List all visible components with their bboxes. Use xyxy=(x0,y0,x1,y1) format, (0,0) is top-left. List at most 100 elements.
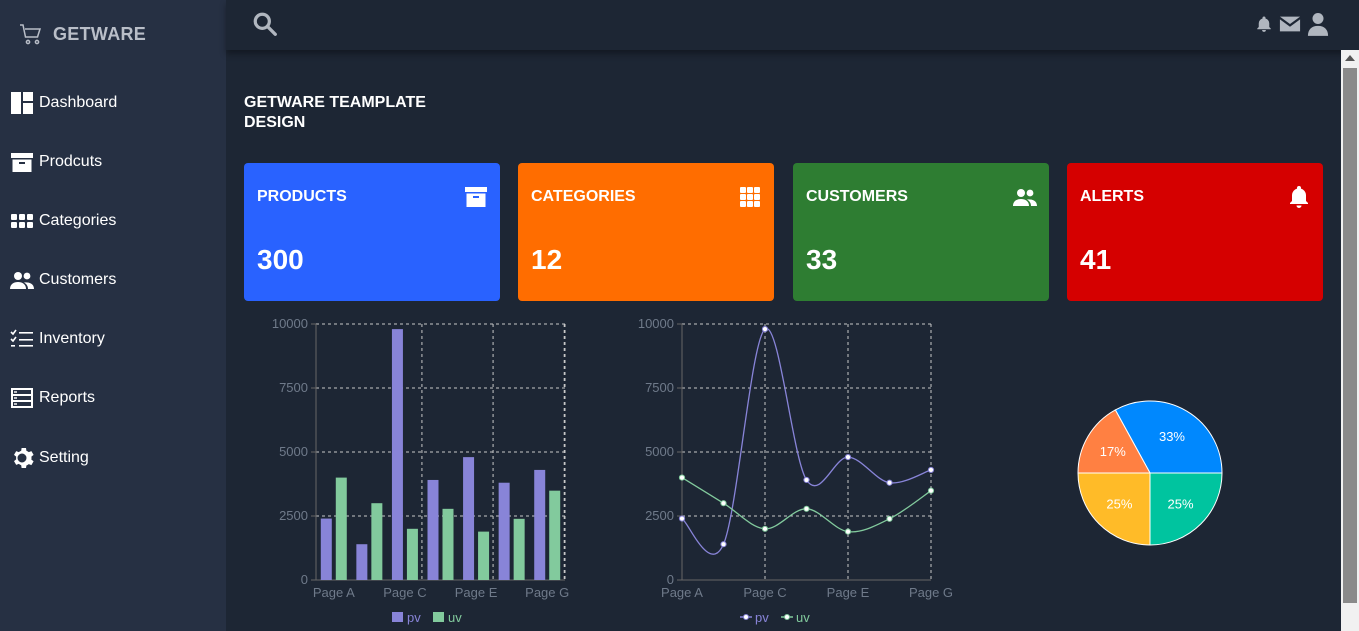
archive-icon xyxy=(10,150,34,174)
x-tick-label: Page A xyxy=(661,585,703,600)
pie-label: 17% xyxy=(1100,444,1126,459)
legend-swatch xyxy=(784,614,790,620)
card-products[interactable]: PRODUCTS 300 xyxy=(244,163,500,301)
point-uv xyxy=(886,515,893,522)
gear-icon xyxy=(10,446,34,470)
sidebar-item-products[interactable]: Prodcuts xyxy=(10,148,102,176)
line-chart: 025005000750010000Page A Page C Page E Page… xyxy=(638,316,953,625)
grid-icon xyxy=(738,185,762,209)
pie-label: 25% xyxy=(1106,497,1132,512)
point-uv xyxy=(761,525,769,532)
point-uv xyxy=(720,500,727,507)
bar-uv xyxy=(442,508,454,580)
sidebar-item-label: Categories xyxy=(39,212,117,229)
bar-uv xyxy=(549,490,561,580)
legend-label: pv xyxy=(407,610,421,625)
pie-label: 25% xyxy=(1168,497,1194,512)
card-value: 41 xyxy=(1080,244,1112,275)
bar-pv xyxy=(391,329,403,580)
people-icon xyxy=(10,268,34,292)
point-pv xyxy=(678,515,686,522)
sidebar-item-label: Customers xyxy=(39,271,117,288)
scrollbar[interactable] xyxy=(1341,50,1359,631)
sidebar-item-label: Prodcuts xyxy=(39,153,103,170)
sidebar-item-setting[interactable]: Setting xyxy=(10,444,89,472)
bar-pv xyxy=(320,518,332,580)
archive-icon xyxy=(464,185,488,209)
pie-label: 33% xyxy=(1159,429,1185,444)
card-value: 12 xyxy=(531,244,563,275)
card-title: PRODUCTS xyxy=(257,188,347,205)
card-title: ALERTS xyxy=(1080,188,1144,205)
x-tick-label: Page C xyxy=(383,585,426,600)
legend-swatch xyxy=(743,614,749,620)
sidebar-item-reports[interactable]: Reports xyxy=(10,384,95,412)
brand-name: GETWARE xyxy=(53,23,147,44)
page-title: GETWARE TEAMPLATE DESIGN xyxy=(244,94,426,131)
bell-icon[interactable] xyxy=(1255,14,1273,34)
point-pv xyxy=(720,541,727,548)
bar-pv xyxy=(498,482,510,580)
card-title: CATEGORIES xyxy=(531,188,636,205)
legend-label: uv xyxy=(796,610,810,625)
search-icon[interactable] xyxy=(252,11,278,37)
sidebar-item-inventory[interactable]: Inventory xyxy=(10,325,105,353)
card-customers[interactable]: CUSTOMERS 33 xyxy=(793,163,1049,301)
point-uv xyxy=(803,505,810,512)
grid-icon xyxy=(10,209,34,233)
legend-swatch xyxy=(392,612,403,622)
people-icon xyxy=(1013,185,1037,209)
checklist-icon xyxy=(10,327,34,351)
card-title: CUSTOMERS xyxy=(806,188,908,205)
x-tick-label: Page E xyxy=(827,585,870,600)
card-categories[interactable]: CATEGORIES 12 xyxy=(518,163,774,301)
y-tick-label: 7500 xyxy=(645,380,674,395)
legend-label: uv xyxy=(448,610,462,625)
x-tick-label: Page E xyxy=(455,585,498,600)
cart-icon xyxy=(20,24,42,45)
y-tick-label: 5000 xyxy=(279,444,308,459)
bell-icon xyxy=(1287,185,1311,209)
line-uv xyxy=(681,477,932,533)
card-alerts[interactable]: ALERTS 41 xyxy=(1067,163,1323,301)
legend-swatch xyxy=(433,612,444,622)
reports-icon xyxy=(10,386,34,410)
x-tick-label: Page G xyxy=(525,585,569,600)
sidebar-item-categories[interactable]: Categories xyxy=(10,207,116,235)
x-tick-label: Page A xyxy=(313,585,355,600)
legend-label: pv xyxy=(755,610,769,625)
line-pv xyxy=(681,328,932,555)
point-uv xyxy=(927,487,935,494)
scroll-up-arrow[interactable] xyxy=(1345,55,1355,61)
y-tick-label: 10000 xyxy=(272,316,308,331)
sidebar-item-customers[interactable]: Customers xyxy=(10,266,116,294)
x-tick-label: Page C xyxy=(743,585,786,600)
y-tick-label: 2500 xyxy=(279,508,308,523)
bar-uv xyxy=(478,531,490,580)
bar-pv xyxy=(534,469,546,580)
y-tick-label: 2500 xyxy=(645,508,674,523)
sidebar-item-dashboard[interactable]: Dashboard xyxy=(10,89,117,117)
point-uv xyxy=(844,528,852,535)
bar-chart: 0 2500 5000 7500 10000 Page A Page C Page E Page… xyxy=(272,316,569,625)
brand[interactable]: GETWARE xyxy=(19,22,146,46)
sidebar: GETWARE Dashboard Prodcuts Categories Cu… xyxy=(0,0,226,631)
sidebar-item-label: Inventory xyxy=(39,330,105,347)
scroll-thumb[interactable] xyxy=(1343,68,1357,603)
bar-pv xyxy=(356,544,368,580)
mail-icon[interactable] xyxy=(1279,14,1301,34)
bar-uv xyxy=(371,503,383,580)
sidebar-item-label: Setting xyxy=(39,449,89,466)
user-icon[interactable] xyxy=(1307,11,1329,37)
pie-chart: 33% 17% 25% 25% xyxy=(1077,400,1223,546)
point-pv xyxy=(803,476,810,484)
bar-pv xyxy=(463,457,475,580)
point-pv xyxy=(844,454,852,461)
point-pv xyxy=(927,466,935,474)
y-tick-label: 5000 xyxy=(645,444,674,459)
point-pv xyxy=(761,326,769,333)
point-pv xyxy=(886,479,893,486)
dashboard-icon xyxy=(10,91,34,115)
sidebar-item-label: Dashboard xyxy=(39,94,118,111)
bar-pv xyxy=(427,479,439,580)
